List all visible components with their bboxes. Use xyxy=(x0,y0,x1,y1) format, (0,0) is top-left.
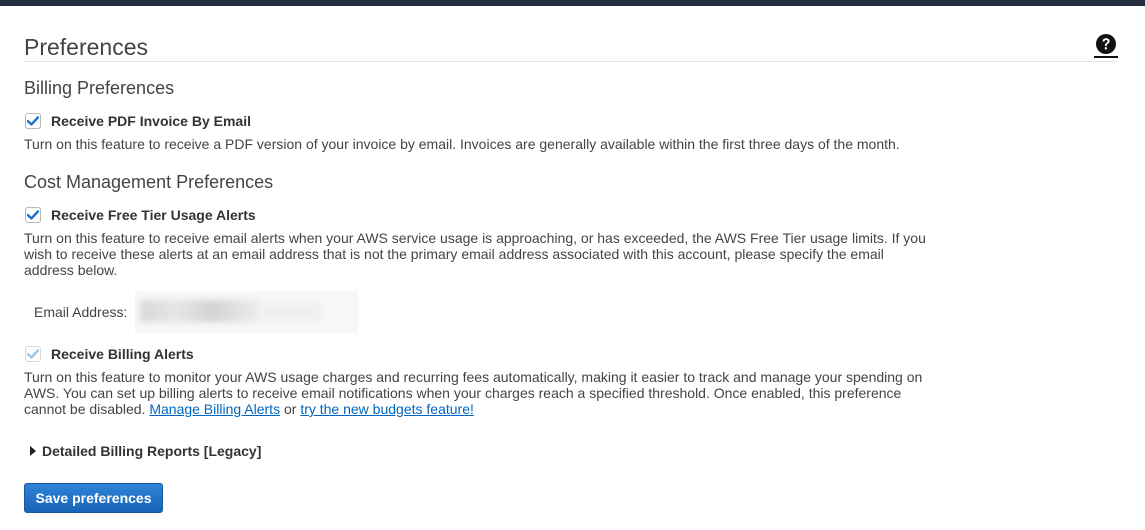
free-tier-description: Turn on this feature to receive email al… xyxy=(24,230,926,278)
question-circle-icon[interactable] xyxy=(1095,33,1117,55)
pdf-invoice-description: Turn on this feature to receive a PDF ve… xyxy=(24,136,900,152)
top-navigation-bar xyxy=(0,0,1145,6)
page-title: Preferences xyxy=(24,34,149,60)
billing-alerts-label: Receive Billing Alerts xyxy=(51,346,194,362)
pdf-invoice-label: Receive PDF Invoice By Email xyxy=(51,113,251,129)
billing-alerts-option: Receive Billing Alerts xyxy=(24,344,194,364)
link-separator-text: or xyxy=(283,401,297,417)
detailed-billing-reports-label: Detailed Billing Reports [Legacy] xyxy=(42,443,262,459)
caret-right-icon xyxy=(30,446,36,456)
free-tier-label: Receive Free Tier Usage Alerts xyxy=(51,207,256,223)
checkmark-icon xyxy=(27,116,39,126)
pdf-invoice-checkbox[interactable] xyxy=(25,113,41,129)
redacted-email-blur-tail xyxy=(258,304,320,320)
redacted-email-blur xyxy=(140,300,260,322)
checkmark-icon xyxy=(27,349,39,359)
cost-management-heading: Cost Management Preferences xyxy=(24,172,274,192)
checkmark-icon xyxy=(27,210,39,220)
save-preferences-button[interactable]: Save preferences xyxy=(24,483,163,513)
billing-alerts-checkbox xyxy=(25,346,41,362)
detailed-billing-reports-toggle[interactable]: Detailed Billing Reports [Legacy] xyxy=(30,443,261,459)
billing-alerts-description: Turn on this feature to monitor your AWS… xyxy=(24,369,934,417)
free-tier-checkbox[interactable] xyxy=(25,207,41,223)
budgets-feature-link[interactable]: try the new budgets feature! xyxy=(300,401,474,417)
free-tier-option: Receive Free Tier Usage Alerts xyxy=(24,205,256,225)
billing-preferences-heading: Billing Preferences xyxy=(24,78,175,98)
email-address-label: Email Address: xyxy=(34,304,128,320)
help-link-underline xyxy=(1094,56,1118,58)
title-divider xyxy=(24,61,1117,62)
manage-billing-alerts-link[interactable]: Manage Billing Alerts xyxy=(149,401,280,417)
pdf-invoice-option: Receive PDF Invoice By Email xyxy=(24,111,251,131)
